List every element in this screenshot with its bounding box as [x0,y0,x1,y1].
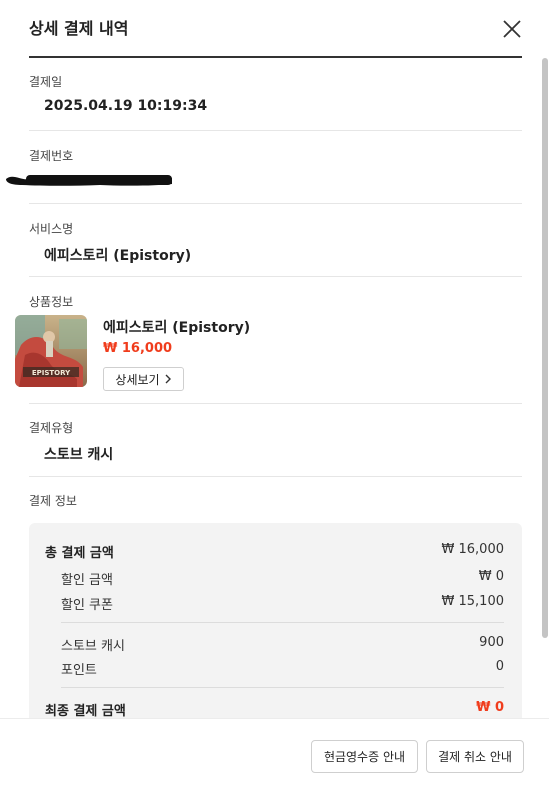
redacted-payment-number [6,175,172,186]
stove-cash-value: 900 [479,635,504,650]
summary-divider [61,687,504,688]
modal-header: 상세 결제 내역 [29,0,522,58]
product-detail-button-label: 상세보기 [115,372,160,387]
final-amount-value: ₩ 0 [476,700,504,715]
epistory-thumbnail-image: EPISTORY [15,315,87,387]
product-price: ₩ 16,000 [103,341,173,356]
thumbnail-logo-text: EPISTORY [32,369,71,377]
payment-date-label: 결제일 [29,75,63,89]
payment-info-label: 결제 정보 [29,494,77,508]
discount-coupon-value: ₩ 15,100 [441,594,504,609]
stove-cash-label: 스토브 캐시 [61,639,125,654]
modal-body[interactable]: 결제일 2025.04.19 10:19:34 결제번호 서비스명 에피스토리 … [0,60,549,718]
product-detail-button[interactable]: 상세보기 [103,367,184,391]
payment-summary-box: 총 결제 금액 ₩ 16,000 할인 금액 ₩ 0 할인 쿠폰 ₩ 15,10… [29,523,522,718]
total-amount-value: ₩ 16,000 [441,542,504,557]
final-amount-label: 최종 결제 금액 [45,704,126,718]
product-thumbnail[interactable]: EPISTORY [15,315,87,387]
close-button[interactable] [502,19,522,39]
modal-footer: 현금영수증 안내 결제 취소 안내 [0,718,549,791]
payment-type-section: 결제유형 스토브 캐시 [29,404,522,477]
modal-title: 상세 결제 내역 [29,19,129,38]
discount-coupon-label: 할인 쿠폰 [61,598,113,613]
service-name-value: 에피스토리 (Epistory) [44,248,192,264]
product-info-label: 상품정보 [29,295,74,309]
product-name: 에피스토리 (Epistory) [103,320,251,336]
payment-cancel-guide-button[interactable]: 결제 취소 안내 [426,740,524,773]
discount-amount-label: 할인 금액 [61,573,113,588]
service-name-label: 서비스명 [29,222,74,236]
summary-divider [61,622,504,623]
chevron-right-icon [165,374,171,384]
point-value: 0 [495,659,504,674]
payment-detail-modal: 상세 결제 내역 결제일 2025.04.19 10:19:34 결제번호 서비… [0,0,549,791]
payment-number-label: 결제번호 [29,149,74,163]
payment-date-section: 결제일 2025.04.19 10:19:34 [29,60,522,131]
point-label: 포인트 [61,663,97,678]
payment-type-label: 결제유형 [29,421,74,435]
payment-type-value: 스토브 캐시 [44,447,114,463]
service-name-section: 서비스명 에피스토리 (Epistory) [29,204,522,277]
close-icon [503,20,521,38]
payment-number-section: 결제번호 [29,131,522,204]
discount-amount-value: ₩ 0 [478,569,504,584]
cash-receipt-guide-button[interactable]: 현금영수증 안내 [311,740,418,773]
payment-date-value: 2025.04.19 10:19:34 [44,98,208,114]
total-amount-label: 총 결제 금액 [45,546,114,561]
